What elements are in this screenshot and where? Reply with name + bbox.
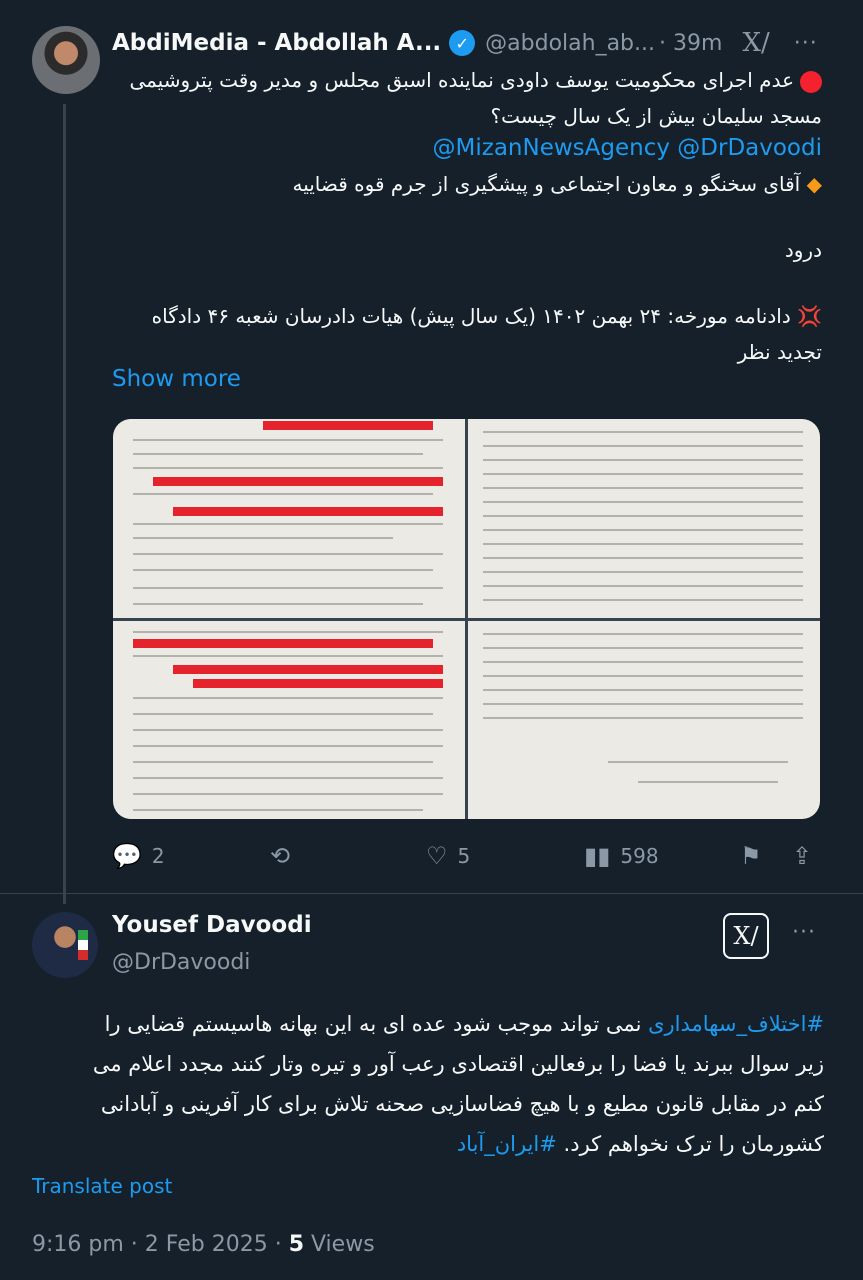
avatar[interactable] — [32, 912, 98, 978]
views-button[interactable]: ▮▮ 598 — [584, 842, 659, 870]
share-icon: ⇪ — [792, 842, 813, 870]
like-count: 5 — [457, 844, 471, 868]
post-text-line: #اختلاف_سهامداری نمی تواند موجب شود عده … — [104, 1012, 824, 1036]
orange-diamond-icon: ◆ — [806, 172, 822, 196]
tweet-header: AbdiMedia - Abdollah A... ✓ @abdolah_ab.… — [112, 26, 832, 60]
show-more-link[interactable]: Show more — [112, 366, 241, 392]
translate-post-link[interactable]: Translate post — [32, 1174, 172, 1198]
author-name[interactable]: AbdiMedia - Abdollah A... — [112, 30, 441, 56]
verified-badge-icon: ✓ — [449, 30, 476, 56]
reply-icon: 💬 — [112, 842, 142, 870]
more-options-icon[interactable]: ··· — [792, 920, 816, 945]
share-button[interactable]: ⇪ — [792, 842, 822, 870]
views-label: Views — [304, 1232, 375, 1257]
post-timestamp[interactable]: 9:16 pm · 2 Feb 2025 · — [32, 1232, 289, 1257]
document-image[interactable] — [113, 621, 465, 819]
bookmark-icon: ⚑ — [740, 842, 762, 870]
mention-link[interactable]: @MizanNewsAgency @DrDavoodi — [433, 135, 822, 161]
hashtag-link[interactable]: #اختلاف_سهامداری — [648, 1012, 824, 1036]
red-circle-icon — [800, 70, 822, 93]
bookmark-button[interactable]: ⚑ — [740, 842, 772, 870]
mentions[interactable]: @MizanNewsAgency @DrDavoodi — [112, 130, 822, 166]
post-meta: 9:16 pm · 2 Feb 2025 · 5 Views — [32, 1232, 375, 1257]
reply-button[interactable]: 💬 2 — [112, 842, 165, 870]
flag-icon — [78, 930, 88, 960]
tweet-text-line: عدم اجرای محکومیت یوسف داودی نماینده اسب… — [112, 62, 822, 98]
author-name[interactable]: Yousef Davoodi — [112, 912, 312, 938]
author-handle[interactable]: @abdolah_ab... — [485, 31, 655, 56]
post-text-line: زیر سوال ببرند یا فضا را برفعالین اقتصاد… — [92, 1052, 824, 1076]
like-button[interactable]: ♡ 5 — [426, 842, 470, 870]
tweet-text-line: درود — [784, 238, 822, 262]
hashtag-link[interactable]: #ایران_آباد — [457, 1132, 557, 1156]
thread-connector-line — [63, 104, 66, 904]
divider — [0, 893, 863, 894]
document-image[interactable] — [468, 419, 820, 618]
tweet-text-line: مسجد سلیمان بیش از یک سال چیست؟ — [490, 104, 822, 128]
heart-icon: ♡ — [426, 842, 448, 870]
tweet-text-line: تجدید نظر — [737, 340, 822, 364]
more-options-icon[interactable]: ··· — [794, 31, 818, 56]
views-count: 5 — [288, 1232, 304, 1257]
document-image[interactable] — [468, 621, 820, 819]
tweet-actions: 💬 2 ⟲ ♡ 5 ▮▮ 598 ⚑ ⇪ — [112, 838, 824, 878]
timestamp[interactable]: · 39m — [659, 31, 722, 56]
author-handle[interactable]: @DrDavoodi — [112, 950, 250, 975]
post-text-line: کنم در مقابل قانون مطیع و با هیچ فضاسازی… — [100, 1092, 824, 1116]
repost-button[interactable]: ⟲ — [270, 842, 300, 870]
post-text: #اختلاف_سهامداری نمی تواند موجب شود عده … — [32, 1004, 824, 1164]
reply-count: 2 — [151, 844, 165, 868]
media-grid[interactable] — [113, 419, 820, 819]
anger-icon: 💢 — [797, 304, 822, 328]
views-count: 598 — [620, 844, 659, 868]
post-text-line: کشورمان را ترک نخواهم کرد. #ایران_آباد — [456, 1132, 824, 1156]
document-image[interactable] — [113, 419, 465, 618]
grok-icon[interactable]: X/ — [723, 913, 769, 959]
avatar[interactable] — [32, 26, 100, 94]
views-chart-icon: ▮▮ — [584, 842, 611, 870]
tweet-text-line: ◆ آقای سخنگو و معاون اجتماعی و پیشگیری ا… — [292, 172, 822, 196]
repost-icon: ⟲ — [270, 842, 291, 870]
tweet-text-line: 💢 دادنامه مورخه: ۲۴ بهمن ۱۴۰۲ (یک سال پی… — [151, 304, 822, 328]
grok-icon[interactable]: X/ — [742, 28, 769, 58]
